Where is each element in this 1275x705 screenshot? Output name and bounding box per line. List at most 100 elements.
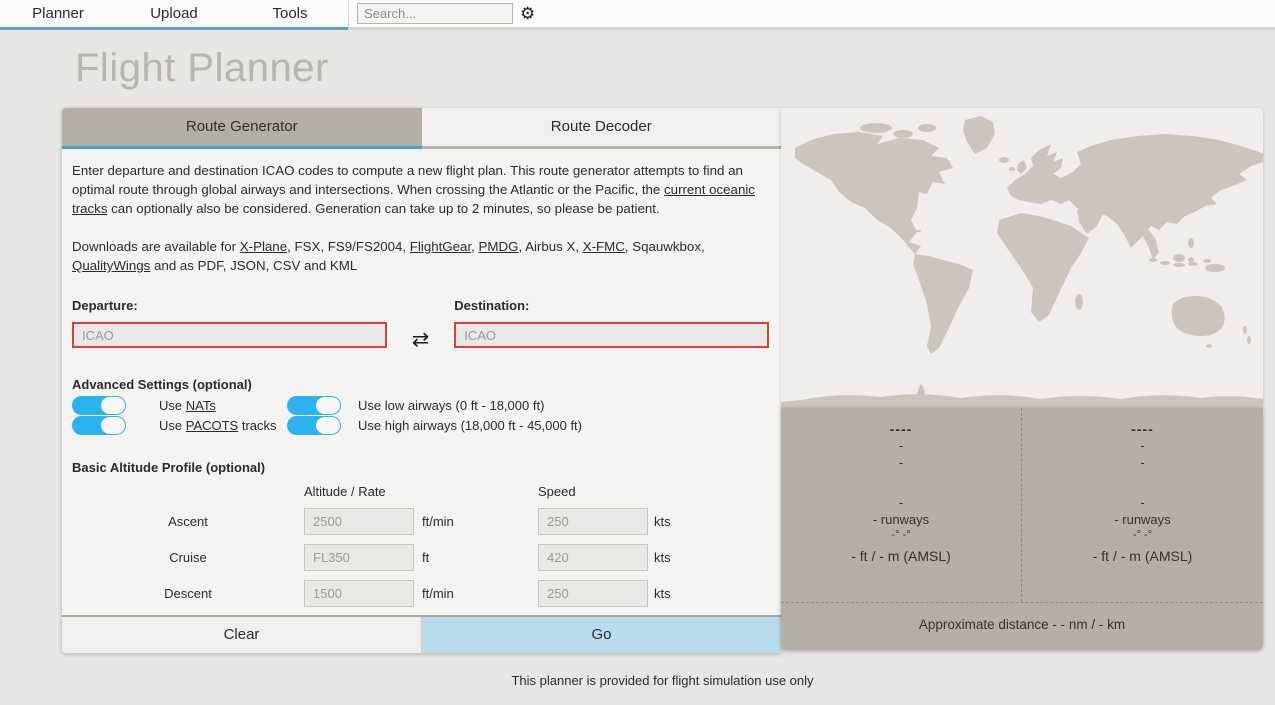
descent-label: Descent — [72, 586, 304, 601]
airport-info-panel: ---- - - - - runways -° -° - ft / - m (A… — [781, 408, 1263, 650]
nav-item-tools[interactable]: Tools — [232, 0, 348, 27]
nats-toggle[interactable] — [72, 396, 126, 415]
qualitywings-link[interactable]: QualityWings — [72, 258, 150, 273]
destination-airport-code: ---- — [1022, 421, 1263, 437]
ascent-speed-unit: kts — [648, 514, 688, 529]
cruise-label: Cruise — [72, 550, 304, 565]
nav-menu: Planner Upload Tools — [0, 0, 348, 30]
destination-airport-runways: - runways — [1022, 511, 1263, 528]
destination-airport-elevation: - ft / - m (AMSL) — [1022, 548, 1263, 564]
main-content: Route Generator Route Decoder Enter depa… — [62, 108, 1263, 653]
destination-airport-country: - — [1022, 494, 1263, 511]
tab-route-generator[interactable]: Route Generator — [62, 108, 422, 149]
ascent-rate-input[interactable] — [304, 508, 414, 535]
departure-input[interactable] — [72, 322, 387, 348]
route-fields-row: Departure: ⇄ Destination: — [72, 298, 769, 352]
gear-icon[interactable]: ⚙ — [520, 5, 535, 22]
destination-field: Destination: — [454, 298, 769, 352]
low-airways-row: Use low airways (0 ft - 18,000 ft) — [287, 395, 769, 415]
profile-header-row: Altitude / Rate Speed — [72, 484, 769, 499]
pacots-toggle[interactable] — [72, 416, 126, 435]
downloads-text: , FSX, FS9/FS2004, — [287, 239, 410, 254]
search-input[interactable] — [357, 3, 513, 24]
clear-button[interactable]: Clear — [62, 617, 422, 653]
pacots-row: Use PACOTS tracks — [72, 415, 287, 435]
high-airways-toggle[interactable] — [287, 416, 341, 435]
advanced-settings-heading: Advanced Settings (optional) — [72, 377, 769, 392]
departure-airport-code: ---- — [781, 421, 1021, 437]
downloads-text: , Sqauwkbox, — [625, 239, 705, 254]
departure-airport-info: ---- - - - - runways -° -° - ft / - m (A… — [781, 408, 1022, 602]
downloads-text: Downloads are available for — [72, 239, 240, 254]
nats-link[interactable]: NATs — [186, 398, 216, 413]
tab-route-decoder[interactable]: Route Decoder — [422, 108, 782, 149]
altitude-profile-heading: Basic Altitude Profile (optional) — [72, 460, 769, 475]
pacots-link[interactable]: PACOTS — [186, 418, 239, 433]
nats-label-text: Use — [159, 398, 186, 413]
downloads-text: and as PDF, JSON, CSV and KML — [150, 258, 357, 273]
destination-input[interactable] — [454, 322, 769, 348]
world-map — [781, 108, 1263, 408]
xplane-link[interactable]: X-Plane — [240, 239, 287, 254]
nav-search-area: ⚙ — [348, 0, 1275, 30]
downloads-text: , — [471, 239, 478, 254]
nats-label: Use NATs — [159, 398, 216, 413]
pmdg-link[interactable]: PMDG — [479, 239, 519, 254]
departure-airport-country: - — [781, 494, 1021, 511]
nav-item-planner[interactable]: Planner — [0, 0, 116, 27]
departure-label: Departure: — [72, 298, 387, 313]
map-and-info-panel: ---- - - - - runways -° -° - ft / - m (A… — [781, 108, 1263, 650]
low-airways-label: Use low airways (0 ft - 18,000 ft) — [358, 398, 544, 413]
destination-airport-city: - — [1022, 454, 1263, 471]
planner-card: Route Generator Route Decoder Enter depa… — [62, 108, 781, 653]
pacots-label-text: Use — [159, 418, 186, 433]
cruise-row: Cruise ft kts — [72, 544, 769, 571]
card-tabs: Route Generator Route Decoder — [62, 108, 781, 149]
ascent-speed-input[interactable] — [538, 508, 648, 535]
advanced-settings-rows: Use NATs Use low airways (0 ft - 18,000 … — [72, 395, 769, 435]
footer-note: This planner is provided for flight simu… — [62, 673, 1263, 688]
intro-text-after: can optionally also be considered. Gener… — [107, 201, 659, 216]
altitude-rate-column-header: Altitude / Rate — [304, 484, 538, 499]
pacots-label: Use PACOTS tracks — [159, 418, 277, 433]
high-airways-label: Use high airways (18,000 ft - 45,000 ft) — [358, 418, 582, 433]
swap-airports-icon[interactable]: ⇄ — [387, 298, 455, 352]
departure-field: Departure: — [72, 298, 387, 352]
downloads-text: , Airbus X, — [518, 239, 582, 254]
xfmc-link[interactable]: X-FMC — [583, 239, 625, 254]
destination-airport-coords: -° -° — [1022, 528, 1263, 543]
ascent-label: Ascent — [72, 514, 304, 529]
departure-airport-name: - — [781, 437, 1021, 454]
top-navbar: Planner Upload Tools ⚙ — [0, 0, 1275, 30]
cruise-altitude-unit: ft — [414, 550, 538, 565]
intro-paragraph: Enter departure and destination ICAO cod… — [72, 161, 764, 218]
ascent-row: Ascent ft/min kts — [72, 508, 769, 535]
destination-label: Destination: — [454, 298, 769, 313]
pacots-label-text: tracks — [238, 418, 276, 433]
nav-item-upload[interactable]: Upload — [116, 0, 232, 27]
card-actions: Clear Go — [62, 615, 781, 653]
descent-speed-input[interactable] — [538, 580, 648, 607]
departure-airport-elevation: - ft / - m (AMSL) — [781, 548, 1021, 564]
descent-rate-input[interactable] — [304, 580, 414, 607]
airport-info-columns: ---- - - - - runways -° -° - ft / - m (A… — [781, 408, 1263, 602]
cruise-speed-input[interactable] — [538, 544, 648, 571]
cruise-altitude-input[interactable] — [304, 544, 414, 571]
high-airways-row: Use high airways (18,000 ft - 45,000 ft) — [287, 415, 769, 435]
page-title: Flight Planner — [75, 46, 1275, 91]
destination-airport-info: ---- - - - - runways -° -° - ft / - m (A… — [1022, 408, 1263, 602]
nats-row: Use NATs — [72, 395, 287, 415]
low-airways-toggle[interactable] — [287, 396, 341, 415]
downloads-paragraph: Downloads are available for X-Plane, FSX… — [72, 237, 764, 275]
route-generator-panel: Enter departure and destination ICAO cod… — [62, 149, 781, 615]
flightgear-link[interactable]: FlightGear — [410, 239, 471, 254]
intro-text-before: Enter departure and destination ICAO cod… — [72, 163, 743, 197]
ascent-rate-unit: ft/min — [414, 514, 538, 529]
departure-airport-runways: - runways — [781, 511, 1021, 528]
descent-row: Descent ft/min kts — [72, 580, 769, 607]
cruise-speed-unit: kts — [648, 550, 688, 565]
world-map-svg — [781, 108, 1263, 408]
departure-airport-city: - — [781, 454, 1021, 471]
go-button[interactable]: Go — [422, 617, 781, 653]
descent-rate-unit: ft/min — [414, 586, 538, 601]
